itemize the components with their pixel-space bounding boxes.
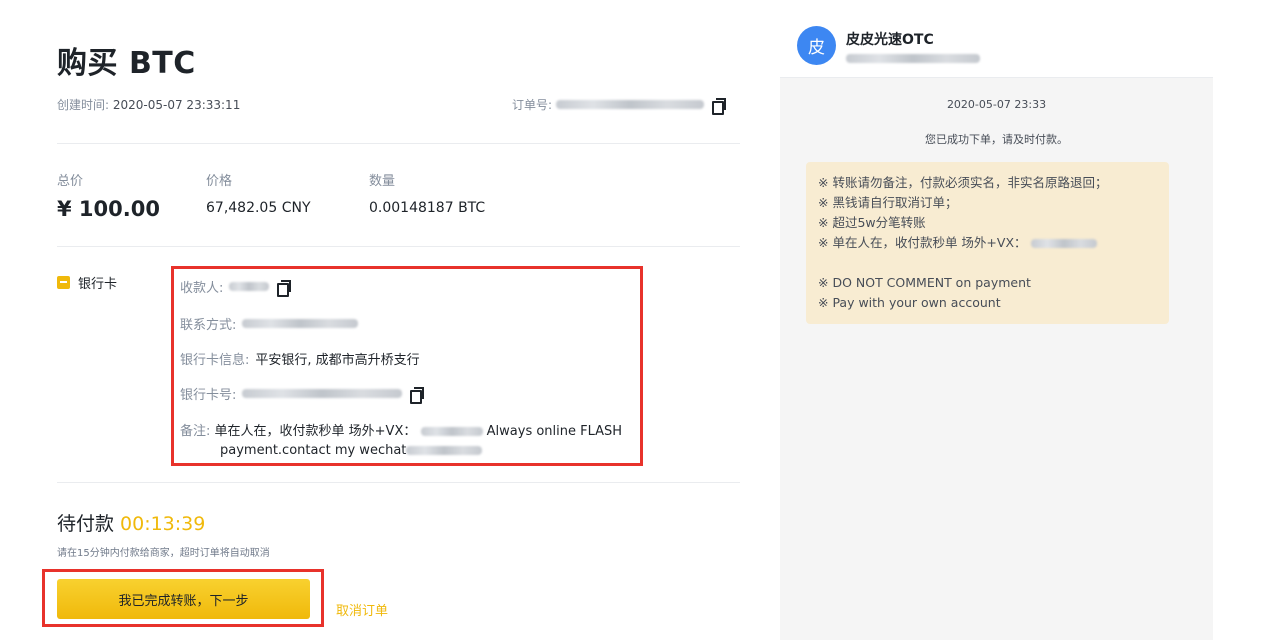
merchant-info-redacted xyxy=(846,54,980,63)
order-label: 订单号: xyxy=(512,98,553,112)
message-line: ※ 转账请勿备注，付款必须实名，非实名原路退回； xyxy=(818,175,1108,190)
bank-info-row: 银行卡信息: 平安银行, 成都市高升桥支行 xyxy=(180,349,420,368)
payee-label: 收款人: xyxy=(180,281,224,296)
price-label: 价格 xyxy=(206,174,233,189)
total-label: 总价 xyxy=(57,174,84,189)
divider xyxy=(57,482,740,483)
merchant-name[interactable]: 皮皮光速OTC xyxy=(846,29,934,49)
created-label: 创建时间: xyxy=(57,98,110,112)
message-line: ※ 超过5w分笔转账 xyxy=(818,215,926,230)
note-text-1: 单在人在，收付款秒单 场外+VX： xyxy=(214,424,417,439)
card-number-label: 银行卡号: xyxy=(180,388,237,403)
order-id-redacted xyxy=(556,100,705,109)
card-number-row: 银行卡号: xyxy=(180,384,425,404)
message-line: ※ 黑钱请自行取消订单； xyxy=(818,195,958,210)
card-number-redacted xyxy=(242,389,403,398)
message-line: ※ 单在人在，收付款秒单 场外+VX： xyxy=(818,233,1157,253)
message-line-text: ※ 单在人在，收付款秒单 场外+VX： xyxy=(818,235,1027,250)
note-label: 备注: xyxy=(180,424,211,439)
bank-info-value: 平安银行, 成都市高升桥支行 xyxy=(255,353,420,368)
contact-redacted xyxy=(242,319,359,328)
note-text-2: Always online FLASH xyxy=(486,424,623,439)
countdown-timer: 00:13:39 xyxy=(120,513,206,535)
copy-icon[interactable] xyxy=(712,97,727,115)
payment-method-label: 银行卡 xyxy=(78,277,118,292)
total-value: ¥ 100.00 xyxy=(57,197,160,221)
chat-header: 皮 皮皮光速OTC xyxy=(780,14,1213,78)
payee-name-redacted xyxy=(229,282,270,291)
avatar: 皮 xyxy=(797,26,836,65)
payment-method[interactable]: 银行卡 xyxy=(57,273,117,292)
cancel-order-link[interactable]: 取消订单 xyxy=(336,600,388,619)
confirm-transfer-button[interactable]: 我已完成转账，下一步 xyxy=(57,579,310,619)
bank-card-icon xyxy=(57,276,70,289)
vx-redacted xyxy=(420,427,483,436)
note-text-3: payment.contact my wechat xyxy=(220,443,407,458)
vx-redacted xyxy=(1030,239,1097,248)
contact-row: 联系方式: xyxy=(180,314,359,333)
chat-timestamp: 2020-05-07 23:33 xyxy=(946,98,1047,111)
message-line: ※ Pay with your own account xyxy=(818,295,1001,310)
order-panel: 购买 BTC 创建时间: 2020-05-07 23:33:11 订单号: 总价… xyxy=(0,0,760,640)
created-time: 创建时间: 2020-05-07 23:33:11 xyxy=(57,96,240,113)
order-number: 订单号: xyxy=(512,96,727,115)
bank-info-label: 银行卡信息: xyxy=(180,353,250,368)
contact-label: 联系方式: xyxy=(180,318,237,333)
payment-status: 待付款 00:13:39 xyxy=(57,509,205,536)
divider xyxy=(57,246,740,247)
merchant-message: ※ 转账请勿备注，付款必须实名，非实名原路退回； ※ 黑钱请自行取消订单； ※ … xyxy=(806,162,1169,324)
message-line: ※ DO NOT COMMENT on payment xyxy=(818,275,1031,290)
divider xyxy=(57,143,740,144)
page-title: 购买 BTC xyxy=(57,46,196,81)
qty-label: 数量 xyxy=(369,174,396,189)
created-value: 2020-05-07 23:33:11 xyxy=(112,98,241,112)
payment-hint: 请在15分钟内付款给商家，超时订单将自动取消 xyxy=(57,548,270,559)
wechat-redacted xyxy=(406,446,483,455)
status-label: 待付款 xyxy=(57,513,115,535)
price-value: 67,482.05 CNY xyxy=(206,200,311,216)
copy-icon[interactable] xyxy=(277,279,292,297)
qty-value: 0.00148187 BTC xyxy=(369,200,486,216)
chat-panel: 皮 皮皮光速OTC 2020-05-07 23:33 您已成功下单，请及时付款。… xyxy=(780,14,1213,640)
note-row: 备注: 单在人在，收付款秒单 场外+VX： Always online FLAS… xyxy=(180,422,640,460)
copy-icon[interactable] xyxy=(410,386,425,404)
system-message: 您已成功下单，请及时付款。 xyxy=(925,133,1068,146)
payee-row: 收款人: xyxy=(180,277,292,297)
